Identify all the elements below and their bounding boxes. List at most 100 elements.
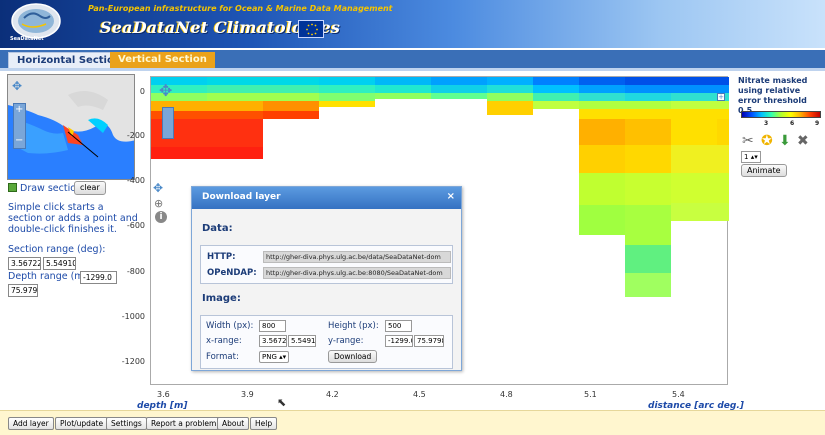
x-tick: 4.8: [500, 390, 513, 399]
heatmap-cell: [487, 101, 533, 115]
heatmap-cell: [207, 101, 263, 111]
heatmap-cell: [487, 77, 533, 85]
opendap-url-field[interactable]: http://gher-diva.phys.ulg.ac.be:8080/Sea…: [263, 267, 451, 279]
height-input[interactable]: 500: [385, 320, 412, 332]
overview-map[interactable]: ✥ + −: [7, 74, 135, 180]
clear-button[interactable]: clear: [74, 181, 106, 195]
plot-pan-icon[interactable]: ✥: [159, 81, 172, 100]
heatmap-cell: [319, 101, 375, 107]
data-box: HTTP: http://gher-diva.phys.ulg.ac.be/da…: [200, 245, 453, 284]
heatmap-cell: [319, 85, 375, 93]
width-input[interactable]: 800: [259, 320, 286, 332]
heatmap-cell: [319, 93, 375, 101]
x-tick: 4.2: [326, 390, 339, 399]
close-icon[interactable]: ×: [447, 191, 455, 202]
heatmap-cell: [717, 109, 729, 119]
depth-range-max-input[interactable]: 75.9798: [8, 284, 38, 297]
download-icon[interactable]: ⬇: [779, 133, 791, 149]
animate-button[interactable]: Animate: [741, 164, 787, 177]
draw-section-icon[interactable]: [8, 183, 17, 192]
heatmap-cell: [579, 205, 625, 235]
heatmap-cell: [263, 93, 319, 101]
layer-switcher-icon[interactable]: +: [717, 93, 725, 101]
heatmap-cell: [625, 109, 671, 119]
settings-button[interactable]: Settings: [106, 417, 147, 430]
heatmap-cell: [207, 147, 263, 159]
heatmap-cell: [431, 77, 487, 85]
heatmap-cell: [671, 119, 717, 145]
yrange-min-input[interactable]: -1299.0: [385, 335, 413, 347]
heatmap-cell: [579, 101, 625, 109]
image-box: Width (px): 800 Height (px): 500 x-range…: [200, 315, 453, 369]
section-range-max-input[interactable]: 5.54910: [43, 257, 76, 270]
download-button[interactable]: Download: [328, 350, 378, 363]
draw-section-label[interactable]: Draw section: [20, 183, 82, 194]
zoom-in-icon[interactable]: +: [15, 104, 23, 115]
zoom-out-icon[interactable]: −: [15, 135, 23, 146]
http-url-field[interactable]: http://gher-diva.phys.ulg.ac.be/data/Sea…: [263, 251, 451, 263]
plot-update-button[interactable]: Plot/update: [55, 417, 109, 430]
depth-range-min-input[interactable]: -1299.0: [80, 271, 117, 284]
heatmap-cell: [533, 85, 579, 93]
mouse-cursor-icon: ⬉: [277, 396, 287, 409]
x-tick: 5.4: [672, 390, 685, 399]
zoom-box-icon[interactable]: ⊕: [154, 197, 163, 210]
heatmap-cell: [579, 77, 625, 85]
format-select[interactable]: PNG ▴▾: [259, 351, 289, 363]
heatmap-cell: [263, 77, 319, 85]
time-select[interactable]: 1 ▴▾: [741, 151, 761, 163]
heatmap-cell: [717, 203, 729, 221]
heatmap-cell: [671, 109, 717, 119]
tools-icon[interactable]: ✂: [742, 133, 754, 149]
report-problem-button[interactable]: Report a problem: [146, 417, 222, 430]
heatmap-cell: [151, 147, 207, 159]
heatmap-cell: [375, 93, 431, 99]
heatmap-cell: [625, 101, 671, 109]
pan-icon[interactable]: ✥: [12, 79, 22, 93]
heatmap-cell: [579, 109, 625, 119]
heatmap-cell: [625, 145, 671, 173]
heatmap-cell: [579, 85, 625, 93]
yrange-max-input[interactable]: 75.9798: [414, 335, 444, 347]
x-tick: 5.1: [584, 390, 597, 399]
add-layer-button[interactable]: Add layer: [8, 417, 54, 430]
opendap-label: OPeNDAP:: [207, 268, 257, 278]
yrange-label: y-range:: [328, 336, 364, 346]
app-header: SeaDataNet Pan-European infrastructure f…: [0, 0, 825, 48]
remove-layer-icon[interactable]: ✖: [797, 133, 809, 149]
heatmap-cell: [671, 85, 717, 93]
dialog-header[interactable]: Download layer ×: [192, 187, 461, 209]
header-subtitle: Pan-European infrastructure for Ocean & …: [88, 4, 393, 13]
bottom-toolbar: Add layer Plot/update Settings Report a …: [0, 410, 825, 435]
xrange-label: x-range:: [206, 336, 242, 346]
heatmap-cell: [671, 145, 717, 173]
heatmap-cell: [625, 273, 671, 297]
heatmap-cell: [671, 77, 717, 85]
x-tick: 4.5: [413, 390, 426, 399]
help-line-3: double-click finishes it.: [8, 224, 117, 235]
lightbulb-icon[interactable]: ✪: [761, 133, 773, 149]
colorbar-tick: 9: [815, 120, 820, 127]
y-tick: -600: [126, 221, 145, 230]
format-label: Format:: [206, 352, 239, 362]
heatmap-cell: [671, 203, 717, 221]
image-heading: Image:: [202, 293, 241, 304]
heatmap-cell: [263, 101, 319, 111]
help-button[interactable]: Help: [250, 417, 278, 430]
heatmap-cell: [431, 85, 487, 93]
plot-zoom-slider[interactable]: [162, 107, 174, 139]
info-icon[interactable]: i: [155, 211, 167, 223]
height-label: Height (px):: [328, 321, 379, 331]
tab-vertical-section[interactable]: Vertical Section: [110, 52, 215, 68]
heatmap-cell: [207, 85, 263, 93]
y-tick: -800: [126, 267, 145, 276]
xrange-min-input[interactable]: 3.56722: [259, 335, 287, 347]
format-value: PNG: [262, 353, 277, 361]
xrange-max-input[interactable]: 5.54910: [288, 335, 316, 347]
heatmap-cell: [671, 101, 717, 109]
heatmap-cell: [207, 93, 263, 101]
section-range-min-input[interactable]: 3.56722: [8, 257, 41, 270]
navigation-icon[interactable]: ✥: [153, 181, 163, 195]
heatmap-cell: [533, 77, 579, 85]
about-button[interactable]: About: [217, 417, 250, 430]
